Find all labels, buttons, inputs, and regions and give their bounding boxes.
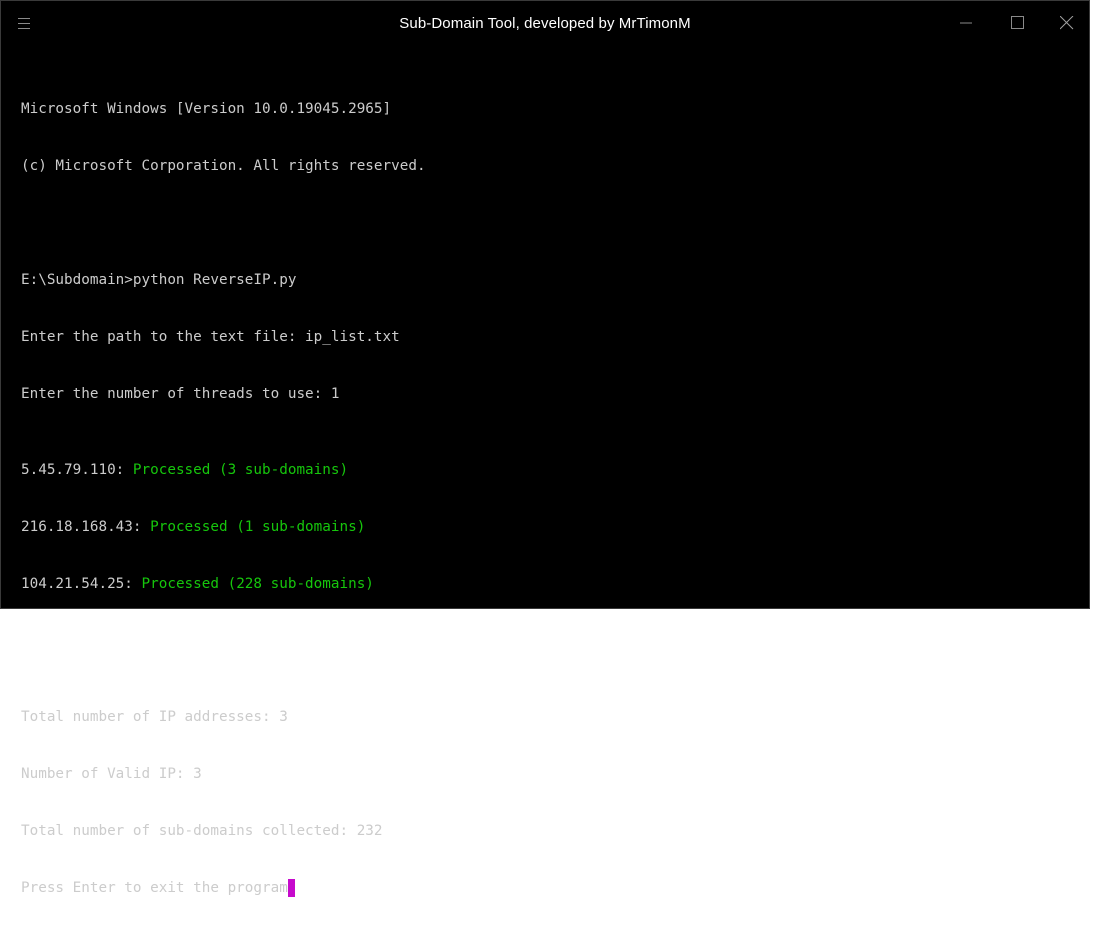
minimize-icon: [960, 22, 972, 24]
window-title: Sub-Domain Tool, developed by MrTimonM: [399, 15, 691, 32]
console-output[interactable]: Microsoft Windows [Version 10.0.19045.29…: [21, 62, 1079, 936]
hamburger-menu-icon[interactable]: [16, 16, 34, 34]
result-ip: 216.18.168.43:: [21, 519, 151, 535]
terminal-window: Sub-Domain Tool, developed by MrTimonM M…: [0, 0, 1090, 897]
exit-prompt-line: Press Enter to exit the program: [21, 879, 1079, 898]
minimize-button[interactable]: [943, 1, 991, 45]
maximize-button[interactable]: [994, 1, 1042, 45]
result-line: 216.18.168.43: Processed (1 sub-domains): [21, 518, 1079, 537]
title-bar[interactable]: Sub-Domain Tool, developed by MrTimonM: [1, 1, 1089, 49]
summary-total-ips: Total number of IP addresses: 3: [21, 709, 288, 725]
close-button[interactable]: [1043, 1, 1091, 45]
summary-valid-ips: Number of Valid IP: 3: [21, 766, 202, 782]
copyright-line: (c) Microsoft Corporation. All rights re…: [21, 158, 426, 174]
exit-prompt-text: Press Enter to exit the program: [21, 880, 288, 896]
result-line: 104.21.54.25: Processed (228 sub-domains…: [21, 575, 1079, 594]
header-line: Microsoft Windows [Version 10.0.19045.29…: [21, 101, 392, 117]
command-line: E:\Subdomain>python ReverseIP.py: [21, 272, 297, 288]
text-cursor: [287, 879, 295, 897]
result-ip: 104.21.54.25:: [21, 576, 142, 592]
close-icon: [1060, 16, 1074, 30]
result-status: Processed (3 sub-domains): [132, 462, 349, 478]
threads-prompt-line: Enter the number of threads to use: 1: [21, 386, 340, 402]
result-ip: 5.45.79.110:: [21, 462, 133, 478]
maximize-icon: [1011, 16, 1024, 29]
desktop-background: [1090, 0, 1100, 611]
result-status: Processed (228 sub-domains): [141, 576, 374, 592]
summary-subdomains: Total number of sub-domains collected: 2…: [21, 823, 383, 839]
result-status: Processed (1 sub-domains): [150, 519, 366, 535]
result-line: 5.45.79.110: Processed (3 sub-domains): [21, 461, 1079, 480]
file-prompt-line: Enter the path to the text file: ip_list…: [21, 329, 400, 345]
